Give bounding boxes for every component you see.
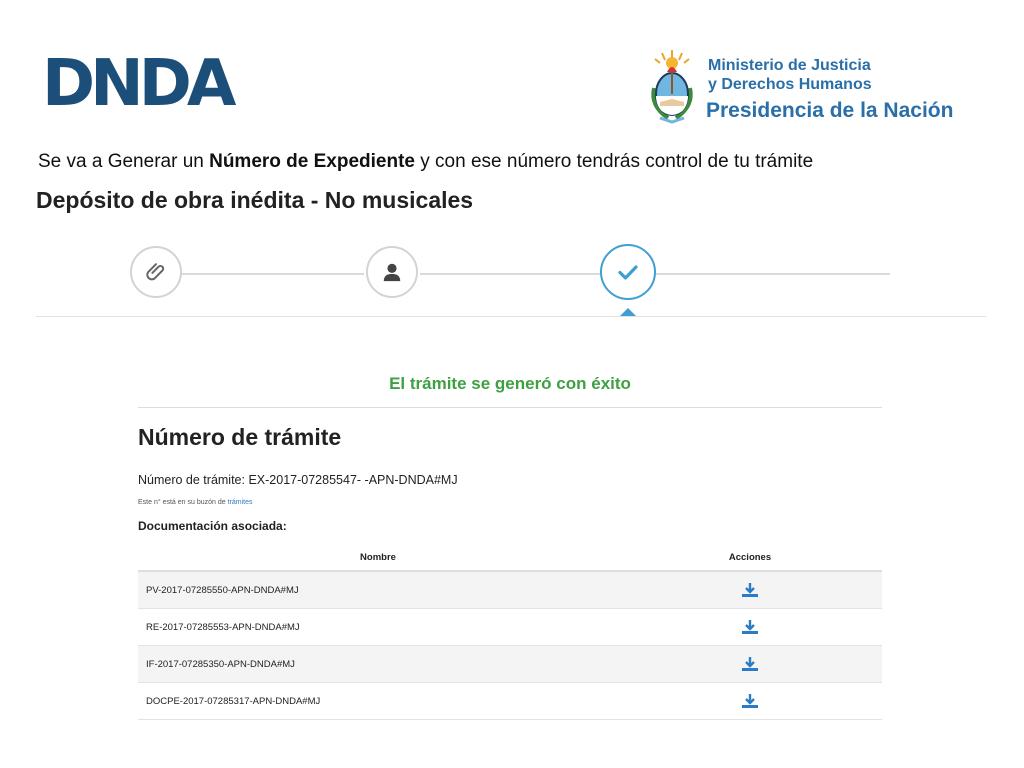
- stepper-connector: [420, 273, 600, 275]
- paperclip-icon: [146, 263, 165, 281]
- document-actions: [618, 645, 882, 683]
- intro-text: Se va a Generar un Número de Expediente …: [38, 150, 813, 174]
- tramite-number-value: EX-2017-07285547- -APN-DNDA#MJ: [248, 473, 458, 487]
- ministry-name-line2: y Derechos Humanos: [708, 76, 872, 93]
- buzon-note: Este n° está en su buzón de trámites: [138, 498, 253, 508]
- table-row: PV-2017-07285550-APN-DNDA#MJ: [138, 571, 882, 609]
- dnda-logo: DNDA: [42, 47, 236, 121]
- document-name: DOCPE-2017-07285317-APN-DNDA#MJ: [138, 682, 618, 720]
- document-name: IF-2017-07285350-APN-DNDA#MJ: [138, 645, 618, 683]
- document-actions: [618, 571, 882, 609]
- buzon-note-text: Este n° está en su buzón de: [138, 499, 228, 506]
- ministry-logo: Ministerio de Justicia y Derechos Humano…: [646, 48, 996, 130]
- check-icon: [618, 265, 638, 280]
- stepper-connector: [656, 273, 890, 275]
- panel-divider: [138, 407, 882, 408]
- intro-text-before: Se va a Generar un: [38, 151, 210, 172]
- presidency-name: Presidencia de la Nación: [706, 99, 954, 122]
- tramite-title: Número de trámite: [138, 424, 342, 450]
- column-header-acciones: Acciones: [618, 544, 882, 572]
- step-attachments[interactable]: [130, 246, 182, 298]
- table-row: RE-2017-07285553-APN-DNDA#MJ: [138, 608, 882, 646]
- document-name: RE-2017-07285553-APN-DNDA#MJ: [138, 608, 618, 646]
- intro-text-after: y con ese número tendrás control de tu t…: [415, 151, 814, 172]
- tramites-link[interactable]: trámites: [228, 499, 253, 506]
- column-header-nombre: Nombre: [138, 544, 618, 572]
- table-row: IF-2017-07285350-APN-DNDA#MJ: [138, 645, 882, 683]
- page-title: Depósito de obra inédita - No musicales: [36, 187, 474, 213]
- success-message: El trámite se generó con éxito: [389, 374, 631, 393]
- intro-text-emphasis: Número de Expediente: [209, 151, 415, 172]
- active-step-pointer: [620, 308, 636, 316]
- documents-table: Nombre Acciones PV-2017-07285550-APN-DND…: [138, 544, 882, 720]
- ministry-name-line1: Ministerio de Justicia: [708, 57, 871, 74]
- progress-stepper: [36, 240, 986, 320]
- download-icon[interactable]: [741, 619, 759, 635]
- user-icon: [383, 263, 401, 282]
- tramite-number: Número de trámite: EX-2017-07285547- -AP…: [138, 472, 458, 488]
- national-seal-icon: [651, 50, 693, 124]
- table-row: DOCPE-2017-07285317-APN-DNDA#MJ: [138, 682, 882, 720]
- step-personal-data[interactable]: [366, 246, 418, 298]
- table-header-row: Nombre Acciones: [138, 544, 882, 572]
- document-name: PV-2017-07285550-APN-DNDA#MJ: [138, 571, 618, 609]
- documents-heading: Documentación asociada:: [138, 519, 287, 533]
- download-icon[interactable]: [741, 656, 759, 672]
- document-actions: [618, 682, 882, 720]
- step-confirmation[interactable]: [600, 244, 656, 300]
- tramite-number-label: Número de trámite:: [138, 473, 249, 487]
- download-icon[interactable]: [741, 582, 759, 598]
- stepper-connector: [182, 273, 364, 275]
- download-icon[interactable]: [741, 693, 759, 709]
- document-actions: [618, 608, 882, 646]
- stepper-divider: [36, 316, 986, 317]
